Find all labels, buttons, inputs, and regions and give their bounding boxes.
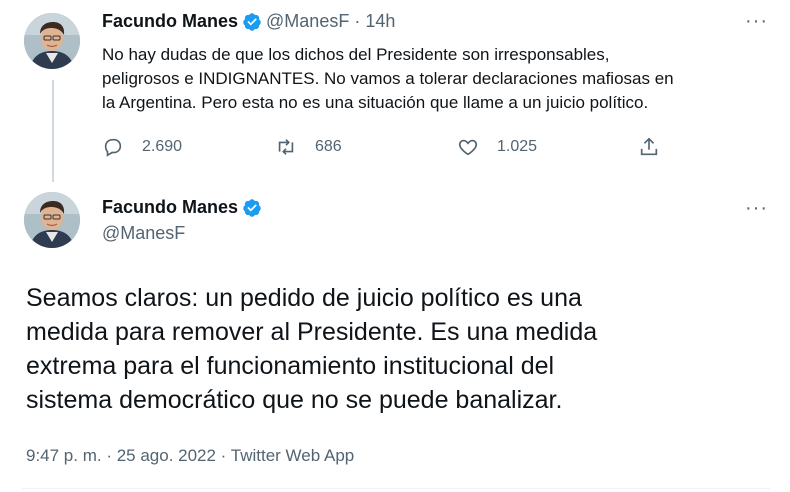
reply-icon [104, 138, 122, 157]
tweet-text-line: sistema democrático que no se puede bana… [26, 386, 563, 414]
divider [22, 488, 770, 489]
verified-badge-icon [243, 12, 261, 31]
tweet-header: Facundo Manes [102, 197, 266, 218]
retweet-icon [278, 139, 294, 155]
tweet-text-line: la Argentina. Pero esta no es una situac… [102, 93, 649, 112]
share-icon [640, 137, 658, 156]
tweet-header: Facundo Manes @ManesF · 14h [102, 11, 395, 32]
reply-count: 2.690 [142, 138, 183, 155]
tweet-text: Seamos claros: un pedido de juicio polít… [26, 281, 766, 417]
more-icon[interactable]: ··· [745, 197, 768, 220]
tweet-text-line: peligrosos e INDIGNANTES. No vamos a tol… [102, 69, 674, 88]
tweet-text-line: Seamos claros: un pedido de juicio polít… [26, 284, 582, 312]
retweet-button[interactable]: 686 [275, 136, 342, 158]
author-handle[interactable]: @ManesF [102, 223, 185, 244]
tweet-timestamp[interactable]: 14h [365, 11, 395, 32]
share-button[interactable] [638, 136, 678, 158]
thread-connector-line [52, 80, 54, 182]
author-name[interactable]: Facundo Manes [102, 197, 238, 218]
author-name[interactable]: Facundo Manes [102, 11, 238, 32]
retweet-count: 686 [315, 138, 342, 155]
tweet-text: No hay dudas de que los dichos del Presi… [102, 43, 762, 115]
tweet-metadata[interactable]: 9:47 p. m. · 25 ago. 2022 · Twitter Web … [26, 446, 354, 466]
avatar[interactable] [24, 192, 80, 248]
avatar-image [24, 192, 80, 248]
like-icon [458, 139, 478, 156]
like-count: 1.025 [497, 138, 538, 155]
more-icon[interactable]: ··· [745, 10, 768, 33]
tweet-text-line: medida para remover al Presidente. Es un… [26, 318, 598, 346]
author-handle[interactable]: @ManesF [266, 11, 349, 32]
avatar[interactable] [24, 13, 80, 69]
reply-button[interactable]: 2.690 [102, 136, 182, 158]
like-button[interactable]: 1.025 [457, 136, 537, 158]
tweet-text-line: No hay dudas de que los dichos del Presi… [102, 45, 610, 64]
avatar-image [24, 13, 80, 69]
tweet-text-line: extrema para el funcionamiento instituci… [26, 352, 555, 380]
verified-badge-icon [243, 198, 261, 217]
tweet-actions: 2.690 686 1.025 [102, 134, 672, 164]
separator-dot: · [354, 11, 361, 31]
